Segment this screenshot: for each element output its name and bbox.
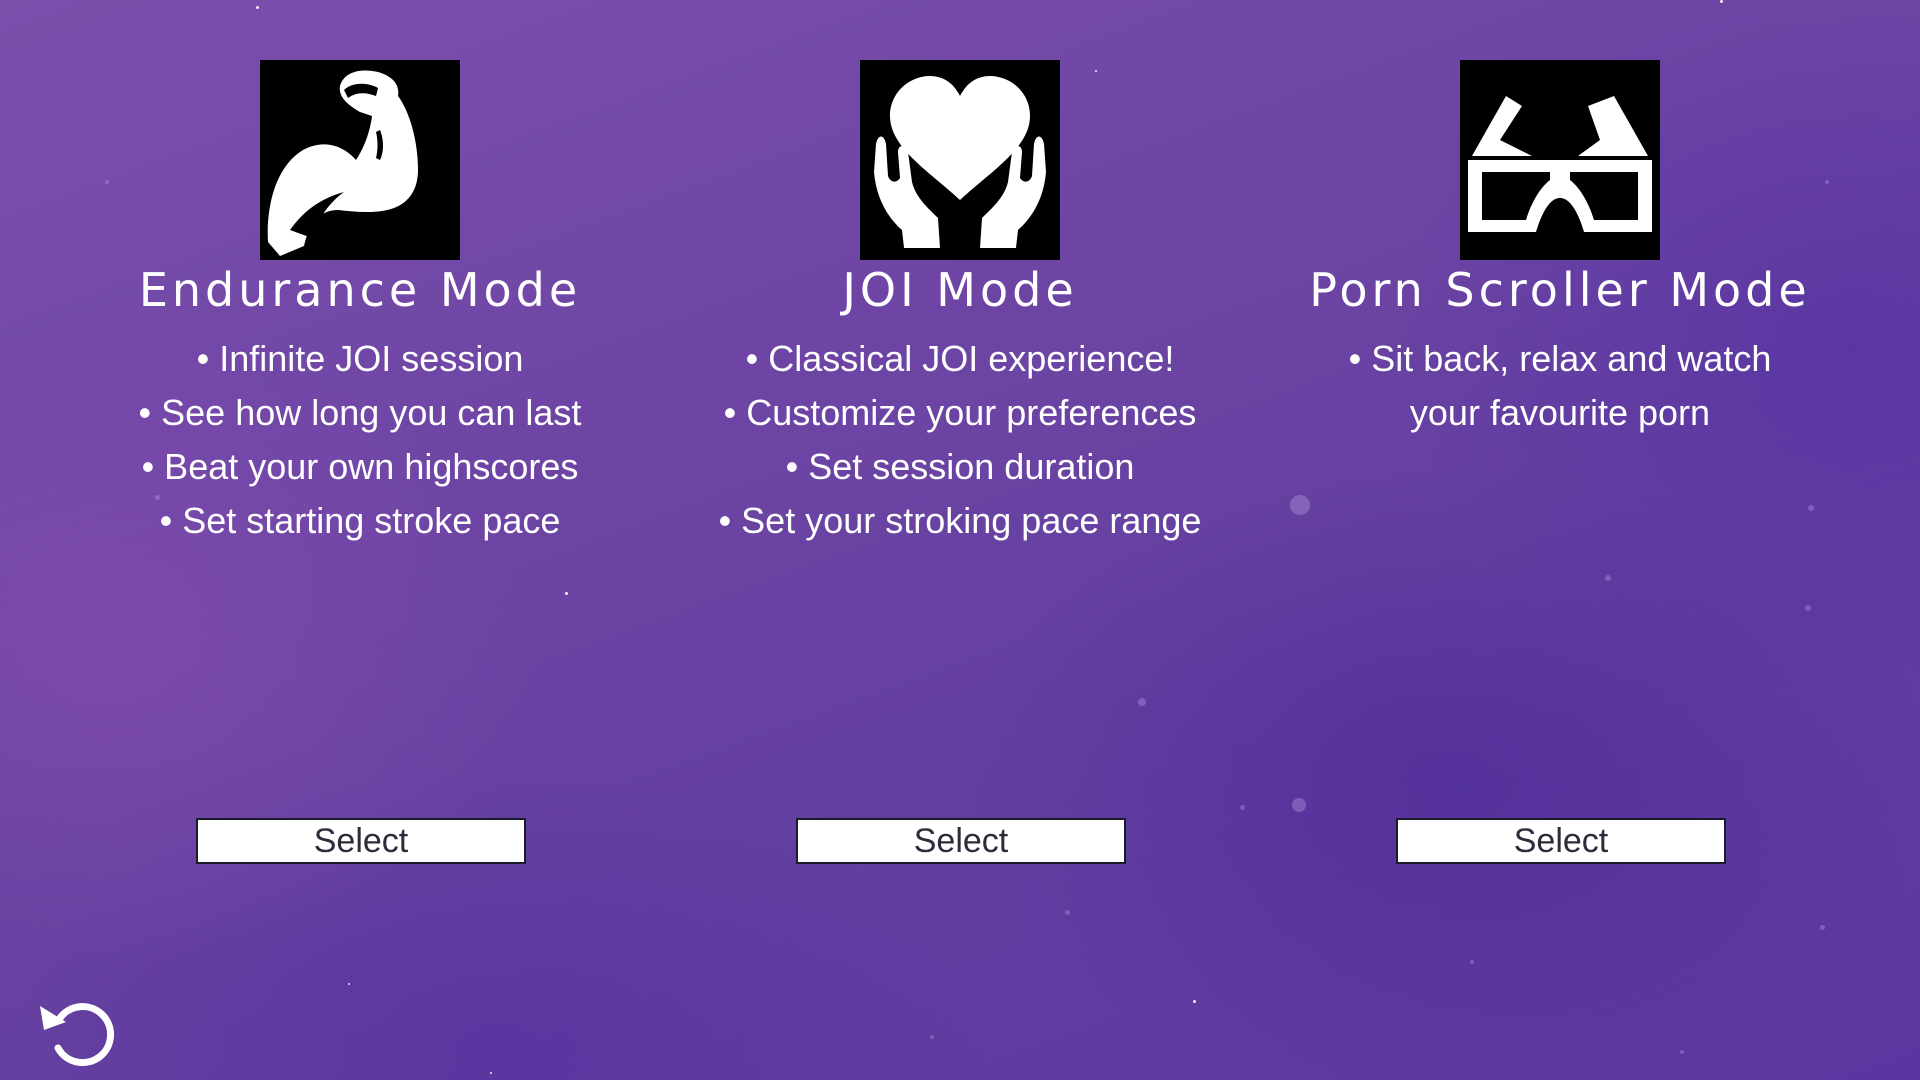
3d-glasses-icon [1460, 60, 1660, 260]
select-endurance-button[interactable]: Select [196, 818, 526, 864]
mode-title: Endurance Mode [138, 263, 582, 317]
select-porn-scroller-button[interactable]: Select [1396, 818, 1726, 864]
heart-in-hands-icon [860, 60, 1060, 260]
feature-item: • Set your stroking pace range [718, 500, 1202, 541]
select-joi-button[interactable]: Select [796, 818, 1126, 864]
mode-card-joi: JOI Mode • Classical JOI experience! • C… [660, 0, 1260, 1080]
feature-item: • Classical JOI experience! [745, 338, 1175, 379]
feature-item: • Customize your preferences [723, 392, 1197, 433]
undo-arrow-icon [36, 990, 116, 1070]
feature-list: • Infinite JOI session • See how long yo… [60, 332, 660, 548]
flexed-bicep-icon [260, 60, 460, 260]
feature-item: your favourite porn [1409, 392, 1711, 433]
feature-item: • Beat your own highscores [141, 446, 579, 487]
mode-card-porn-scroller: Porn Scroller Mode • Sit back, relax and… [1260, 0, 1860, 1080]
feature-item: • Sit back, relax and watch [1348, 338, 1772, 379]
feature-item: • Set starting stroke pace [159, 500, 561, 541]
mode-card-endurance: Endurance Mode • Infinite JOI session • … [60, 0, 660, 1080]
mode-title: Porn Scroller Mode [1309, 263, 1811, 317]
feature-list: • Classical JOI experience! • Customize … [660, 332, 1260, 548]
feature-item: • Infinite JOI session [196, 338, 524, 379]
feature-item: • Set session duration [785, 446, 1135, 487]
back-button[interactable] [36, 990, 116, 1070]
feature-item: • See how long you can last [138, 392, 582, 433]
feature-list: • Sit back, relax and watch your favouri… [1260, 332, 1860, 440]
mode-title: JOI Mode [842, 263, 1078, 317]
